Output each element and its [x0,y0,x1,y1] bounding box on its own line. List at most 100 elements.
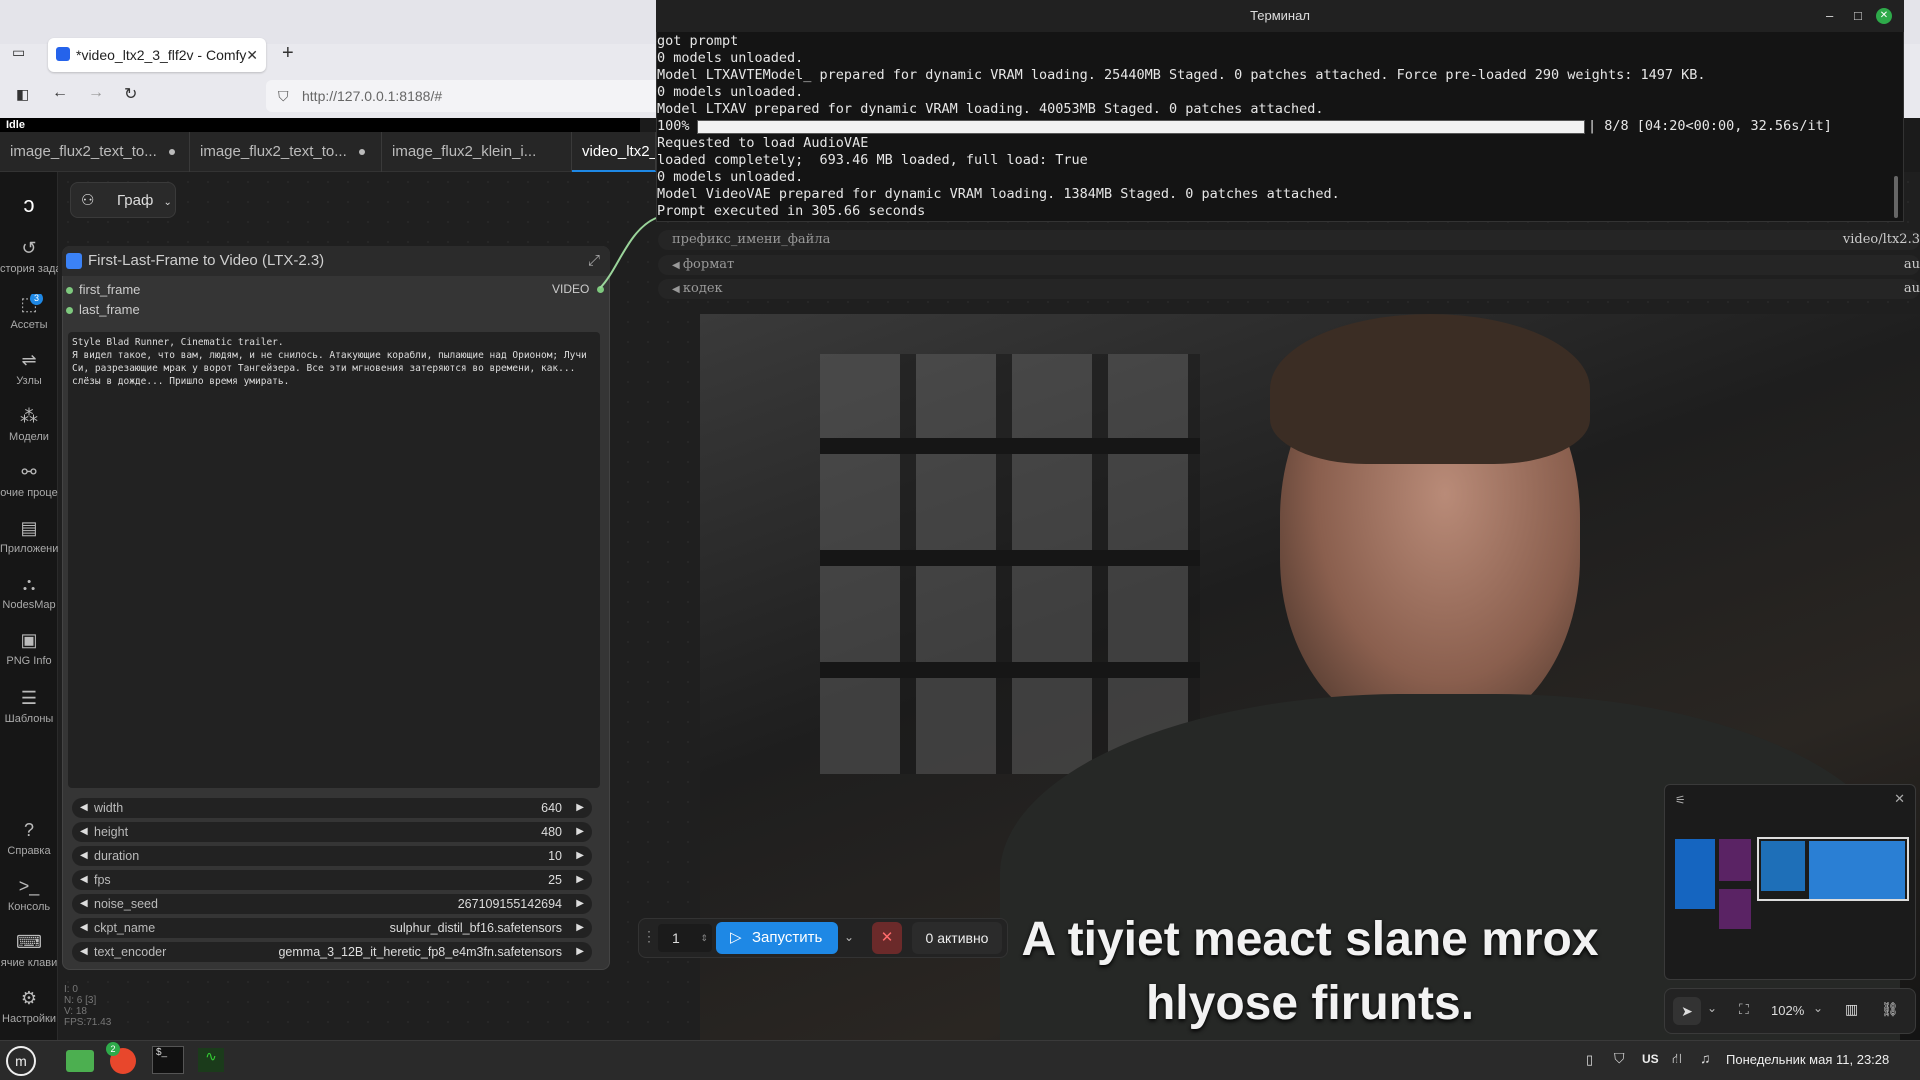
sidebar-item-assets[interactable]: ⬚ Ассеты 3 [0,294,58,331]
comfy-logo-icon[interactable]: ↄ [0,192,58,218]
node-title[interactable]: First-Last-Frame to Video (LTX-2.3) ⤢ [62,246,610,276]
run-button[interactable]: ▷ Запустить [716,922,838,954]
input-last-frame[interactable]: last_frame [66,302,140,317]
active-queue-button[interactable]: 0 активно [912,922,1002,954]
sidebar-item-label: очие проце [0,487,58,499]
widget-noise-seed[interactable]: ◀ noise_seed 267109155142694 ▶ [72,894,592,914]
sidebar-item-history[interactable]: ↺ стория зада [0,238,58,275]
decrement-icon[interactable]: ◀ [80,846,88,866]
minimap-close-icon[interactable]: ✕ [1894,791,1905,807]
new-tab-icon[interactable]: + [282,42,294,65]
terminal-line: got prompt [657,33,739,49]
decrement-icon[interactable]: ◀ [80,798,88,818]
terminal-scrollbar[interactable] [1894,176,1898,218]
prompt-textarea[interactable]: Style Blad Runner, Cinematic trailer. Я … [68,332,600,788]
files-icon[interactable] [66,1050,94,1072]
chevron-down-icon[interactable]: ⌄ [1707,1001,1717,1015]
decrement-icon[interactable]: ◀ [672,284,683,295]
widget-filename-prefix[interactable]: префикс_имени_файла video/ltx2.3 [658,230,1920,250]
increment-icon[interactable]: ▶ [576,894,584,914]
minimap-viewport[interactable] [1757,837,1909,901]
terminal-titlebar[interactable]: Терминал – □ ✕ [656,0,1904,32]
workflow-tab-3[interactable]: image_flux2_klein_i... [382,132,572,172]
stepper-icon[interactable]: ⇕ [700,924,708,952]
network-icon[interactable]: ⛙ [1672,1050,1682,1069]
sidebar-item-help[interactable]: ? Справка [0,820,58,857]
back-icon[interactable]: ← [52,84,68,102]
increment-icon[interactable]: ▶ [576,942,584,962]
decrement-icon[interactable]: ◀ [80,918,88,938]
minimap-panel[interactable]: ⚟ ✕ [1664,784,1916,980]
close-tab-icon[interactable]: ✕ [246,38,258,72]
increment-icon[interactable]: ▶ [576,846,584,866]
clipboard-icon[interactable]: ▯ [1586,1052,1593,1068]
mint-menu-icon[interactable]: m [6,1046,36,1076]
zoom-level[interactable]: 102% [1771,1003,1804,1018]
widget-ckpt-name[interactable]: ◀ ckpt_name sulphur_distil_bf16.safetensor… [72,918,592,938]
sidebar-item-models[interactable]: ⁂ Модели [0,406,58,443]
sidebar-item-nodes[interactable]: ⇌ Узлы [0,350,58,387]
maximize-icon[interactable]: □ [1854,0,1862,32]
decrement-icon[interactable]: ◀ [672,260,683,271]
browser-tab[interactable]: *video_ltx2_3_flf2v - Comfy ✕ [48,38,266,72]
decrement-icon[interactable]: ◀ [80,942,88,962]
workflow-tab-active[interactable]: video_ltx2_ [572,132,656,172]
link-visibility-icon[interactable]: ⛓ [1881,1001,1899,1018]
chevron-down-icon[interactable]: ⌄ [1813,1001,1823,1015]
terminal-icon[interactable]: $_ [152,1046,184,1074]
cancel-button[interactable]: ✕ [872,922,902,954]
run-options-chevron-icon[interactable]: ⌄ [844,930,854,944]
widget-text-encoder[interactable]: ◀ text_encoder gemma_3_12B_it_heretic_fp8_… [72,942,592,962]
graph-mode-button[interactable]: ⚇ Граф ⌄ [70,182,176,218]
sidebar-item-label: Узлы [16,375,42,387]
increment-icon[interactable]: ▶ [576,822,584,842]
sidebar-item-console[interactable]: >_ Консоль [0,876,58,913]
fit-view-icon[interactable]: ⛶ [1739,1001,1749,1018]
widget-fps[interactable]: ◀ fps 25 ▶ [72,870,592,890]
minimap-toggle-icon[interactable]: ▥ [1845,1001,1858,1018]
close-window-icon[interactable]: ✕ [1876,8,1892,24]
workflow-tab-2[interactable]: image_flux2_text_to... [190,132,382,172]
forward-icon[interactable]: → [88,84,104,102]
keyboard-layout[interactable]: US [1642,1052,1659,1066]
sidebar-toggle-icon[interactable]: ▭ [12,44,25,61]
shield-tray-icon[interactable]: ⛉ [1614,1050,1625,1067]
increment-icon[interactable]: ▶ [576,918,584,938]
workflow-tab-1[interactable]: image_flux2_text_to... [0,132,190,172]
widget-codec[interactable]: ◀ кодек au [658,279,1920,299]
decrement-icon[interactable]: ◀ [80,894,88,914]
decrement-icon[interactable]: ◀ [80,870,88,890]
increment-icon[interactable]: ▶ [576,870,584,890]
terminal-progress-fill [698,121,1584,133]
batch-count-input[interactable]: 1 ⇕ [658,924,712,952]
input-first-frame[interactable]: first_frame [66,282,140,297]
minimap-settings-icon[interactable]: ⚟ [1675,793,1686,807]
panel-icon[interactable]: ◧ [16,86,29,103]
system-monitor-icon[interactable]: ∿ [198,1048,224,1072]
select-tool-button[interactable]: ➤ [1673,997,1701,1025]
sidebar-item-apps[interactable]: ▤ Приложения [0,518,58,555]
run-button-label: Запустить [752,929,823,946]
volume-icon[interactable]: ♫ [1700,1050,1711,1066]
increment-icon[interactable]: ▶ [576,798,584,818]
reload-icon[interactable]: ↻ [124,84,137,104]
widget-duration[interactable]: ◀ duration 10 ▶ [72,846,592,866]
decrement-icon[interactable]: ◀ [80,822,88,842]
node-type-icon [66,253,82,269]
sidebar-item-png-info[interactable]: ▣ PNG Info [0,630,58,667]
widget-width[interactable]: ◀ width 640 ▶ [72,798,592,818]
workflows-icon: ⚯ [21,462,37,482]
sidebar-item-nodesmap[interactable]: ⛬ NodesMap [0,574,58,611]
sidebar-item-templates[interactable]: ☰ Шаблоны [0,688,58,725]
sidebar-item-settings[interactable]: ⚙ Настройки [0,988,58,1025]
minimize-icon[interactable]: – [1826,0,1833,32]
widget-format[interactable]: ◀ формат au [658,255,1920,275]
output-video[interactable]: VIDEO [552,282,605,296]
sidebar-item-keybindings[interactable]: ⌨ ячие клави [0,932,58,969]
terminal-line: 0 models unloaded. [657,84,804,100]
widget-height[interactable]: ◀ height 480 ▶ [72,822,592,842]
keyboard-icon: ⌨ [16,932,42,952]
clock[interactable]: Понедельник мая 11, 23:28 [1726,1052,1889,1067]
sidebar-item-workflows[interactable]: ⚯ очие проце [0,462,58,499]
widget-label: height [94,825,129,839]
